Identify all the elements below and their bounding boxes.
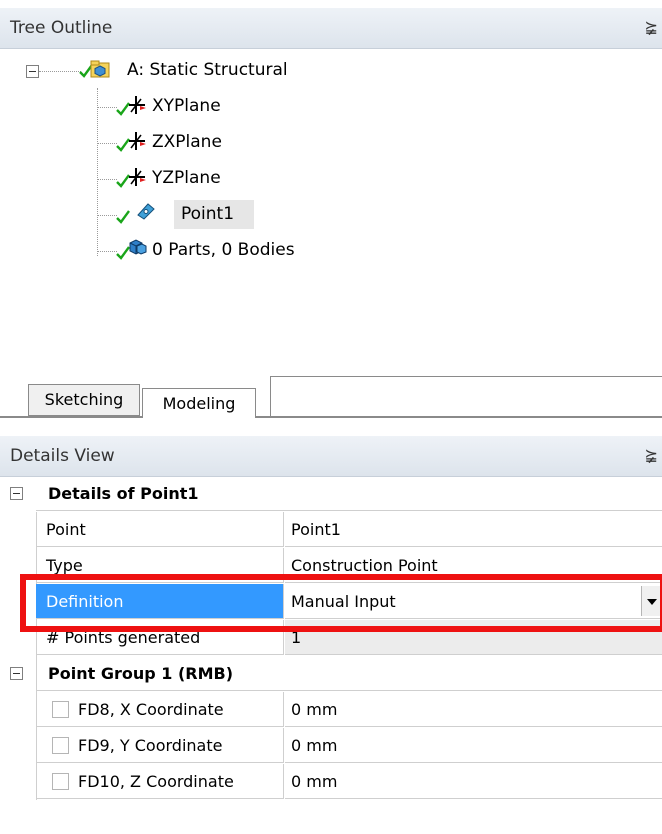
tree-item-zxplane[interactable]: ZXPlane bbox=[152, 132, 222, 152]
group-title: Point Group 1 (RMB) bbox=[36, 656, 662, 691]
tree-connector bbox=[97, 143, 117, 144]
table-row[interactable]: Point Point1 bbox=[0, 512, 662, 548]
row-label: FD8, X Coordinate bbox=[36, 692, 284, 727]
tab-sketching[interactable]: Sketching bbox=[28, 384, 140, 416]
tree-item-point1[interactable]: Point1 bbox=[181, 204, 234, 224]
plane-axis-icon bbox=[129, 96, 146, 114]
tree-connector bbox=[39, 71, 81, 72]
pin-icon[interactable]: ⪶ bbox=[645, 17, 658, 36]
tree-connector bbox=[97, 179, 117, 180]
tree-connector bbox=[97, 88, 98, 256]
tab-modeling[interactable]: Modeling bbox=[142, 388, 256, 418]
check-icon bbox=[116, 210, 130, 224]
parts-bodies-icon bbox=[129, 239, 147, 255]
row-value[interactable]: 0 mm bbox=[285, 764, 662, 799]
pin-icon[interactable]: ⪶ bbox=[645, 445, 658, 464]
tab-strip-baseline bbox=[0, 416, 662, 418]
group-header-point-group[interactable]: Point Group 1 (RMB) bbox=[0, 656, 662, 692]
details-view-header: Details View ⪶ bbox=[0, 436, 662, 477]
collapse-toggle[interactable] bbox=[10, 487, 23, 500]
details-view-title: Details View bbox=[10, 446, 115, 466]
tab-strip-topline bbox=[270, 376, 662, 377]
point-feature-icon bbox=[137, 203, 155, 220]
tree-connector bbox=[97, 251, 117, 252]
tree-outline-title: Tree Outline bbox=[10, 18, 113, 38]
plane-axis-icon bbox=[129, 132, 146, 150]
row-label: FD9, Y Coordinate bbox=[36, 728, 284, 763]
geometry-root-icon bbox=[90, 60, 110, 78]
row-label: FD10, Z Coordinate bbox=[36, 764, 284, 799]
tree-item-parts-bodies[interactable]: 0 Parts, 0 Bodies bbox=[152, 240, 295, 260]
row-value[interactable]: 0 mm bbox=[285, 728, 662, 763]
group-title: Details of Point1 bbox=[36, 476, 662, 511]
collapse-toggle[interactable] bbox=[26, 65, 39, 78]
group-header-details[interactable]: Details of Point1 bbox=[0, 476, 662, 512]
row-value[interactable]: 0 mm bbox=[285, 692, 662, 727]
annotation-highlight-box bbox=[20, 574, 662, 632]
tree-connector bbox=[97, 215, 117, 216]
tree-outline-header: Tree Outline ⪶ bbox=[0, 8, 662, 49]
tree-item-root[interactable]: A: Static Structural bbox=[127, 60, 288, 80]
tab-strip-divider bbox=[270, 376, 271, 418]
plane-axis-icon bbox=[129, 168, 146, 186]
tree-item-xyplane[interactable]: XYPlane bbox=[152, 96, 221, 116]
tree-item-yzplane[interactable]: YZPlane bbox=[152, 168, 221, 188]
tree-connector bbox=[97, 107, 117, 108]
row-label: Point bbox=[36, 512, 284, 547]
table-row[interactable]: FD8, X Coordinate 0 mm bbox=[0, 692, 662, 728]
collapse-toggle[interactable] bbox=[10, 667, 23, 680]
table-row[interactable]: FD9, Y Coordinate 0 mm bbox=[0, 728, 662, 764]
row-value[interactable]: Point1 bbox=[285, 512, 662, 547]
table-row[interactable]: FD10, Z Coordinate 0 mm bbox=[0, 764, 662, 800]
